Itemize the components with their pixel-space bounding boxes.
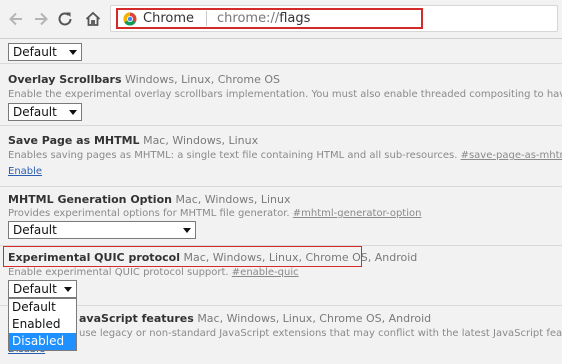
experiment-name: MHTML Generation Option [8,193,172,206]
description-text: Enables saving pages as MHTML: a single … [8,150,461,161]
experiment-row: Overlay Scrollbars Windows, Linux, Chrom… [0,64,562,126]
experiment-name: Overlay Scrollbars [8,73,122,86]
select-value: Default [13,45,57,59]
experiment-title: Overlay Scrollbars Windows, Linux, Chrom… [8,73,280,86]
reload-button[interactable] [53,7,77,31]
experiment-description: use legacy or non-standard JavaScript ex… [79,328,562,339]
dropdown-option-enabled[interactable]: Enabled [9,316,76,333]
address-bar[interactable]: Chrome chrome://flags [110,5,558,32]
experiment-name: avaScript features [79,312,194,325]
experiment-description [8,39,320,40]
forward-button[interactable] [29,7,53,31]
flags-page: Default Overlay Scrollbars Windows, Linu… [0,39,562,364]
experiment-description: Enable the experimental overlay scrollba… [8,89,562,100]
enable-link[interactable]: Enable [8,166,42,177]
select-value: Default [13,105,57,119]
chrome-logo-icon [123,12,137,26]
home-button[interactable] [81,7,105,31]
experiment-select[interactable]: Default [8,103,82,121]
annotated-url-region: Chrome chrome://flags [116,8,423,29]
experiment-description: Provides experimental options for MHTML … [8,208,421,219]
quic-select[interactable]: Default [8,280,77,298]
experiment-row: avaScript features Mac, Windows, Linux, … [0,305,562,364]
select-value: Default [13,282,57,296]
dropdown-option-default[interactable]: Default [9,299,76,316]
reload-icon [58,12,72,26]
experiment-select[interactable]: Default [8,43,82,61]
url-text[interactable]: chrome://flags [217,11,310,26]
back-button[interactable] [4,7,28,31]
url-scheme: chrome:// [217,11,280,26]
chevron-down-icon [69,110,77,115]
experiment-platforms: Mac, Windows, Linux [175,193,291,206]
experiment-platforms: Mac, Windows, Linux [143,134,259,147]
select-value: Default [13,223,57,237]
experiment-name: Save Page as MHTML [8,134,140,147]
experiment-title: Save Page as MHTML Mac, Windows, Linux [8,134,258,147]
quic-dropdown-list: Default Enabled Disabled [8,298,77,351]
experiment-select[interactable]: Default [8,221,196,239]
forward-arrow-icon [35,12,48,26]
dropdown-option-disabled[interactable]: Disabled [9,333,76,350]
experiment-title: avaScript features Mac, Windows, Linux, … [79,312,431,325]
chevron-down-icon [69,50,77,55]
experiment-anchor-link[interactable]: #enable-quic [232,267,299,278]
experiment-description: Enable experimental QUIC protocol suppor… [8,267,299,278]
chevron-down-icon [64,287,72,292]
home-icon [85,11,101,26]
url-path: flags [279,11,311,26]
annotation-highlight [3,246,362,267]
experiment-title: MHTML Generation Option Mac, Windows, Li… [8,193,290,206]
back-arrow-icon [9,12,22,26]
description-text: Enable experimental QUIC protocol suppor… [8,267,232,278]
experiment-anchor-link[interactable]: #mhtml-generator-option [293,208,422,219]
experiment-row: MHTML Generation Option Mac, Windows, Li… [0,187,562,246]
experiment-platforms: Mac, Windows, Linux, Chrome OS, Android [197,312,432,325]
experiment-platforms: Windows, Linux, Chrome OS [125,73,281,86]
chevron-down-icon [183,228,191,233]
description-text: Provides experimental options for MHTML … [8,208,293,219]
experiment-row: Save Page as MHTML Mac, Windows, Linux E… [0,126,562,187]
url-separator [206,11,207,26]
experiment-anchor-link[interactable]: #save-page-as-mhtml [461,150,562,161]
browser-toolbar: Chrome chrome://flags [0,0,562,39]
experiment-row: Default [0,39,562,64]
origin-label: Chrome [143,11,194,26]
experiment-description: Enables saving pages as MHTML: a single … [8,150,562,161]
